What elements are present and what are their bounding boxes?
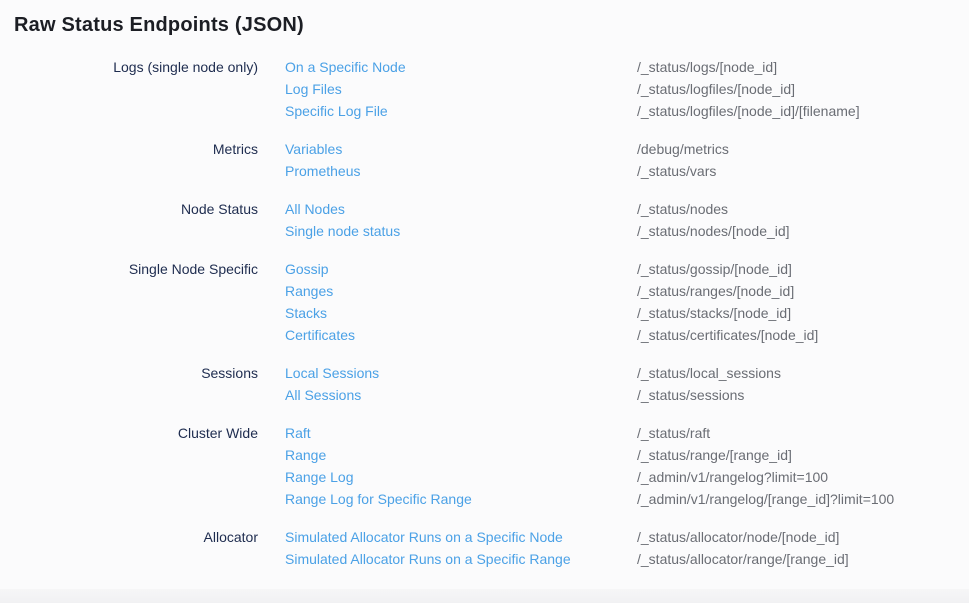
category-label: Single Node Specific xyxy=(0,258,258,280)
endpoint-path: /_status/vars xyxy=(637,160,969,182)
endpoint-path: /_status/logfiles/[node_id] xyxy=(637,78,969,100)
endpoint-paths-column: /_status/logs/[node_id]/_status/logfiles… xyxy=(637,56,969,122)
endpoint-path: /_admin/v1/rangelog?limit=100 xyxy=(637,466,969,488)
endpoint-links-column: RaftRangeRange LogRange Log for Specific… xyxy=(258,422,637,510)
endpoint-path: /_status/raft xyxy=(637,422,969,444)
endpoint-path: /debug/metrics xyxy=(637,138,969,160)
endpoint-links-column: Local SessionsAll Sessions xyxy=(258,362,637,406)
endpoint-paths-column: /debug/metrics/_status/vars xyxy=(637,138,969,182)
endpoint-links-column: GossipRangesStacksCertificates xyxy=(258,258,637,346)
endpoint-link[interactable]: Range xyxy=(285,444,326,466)
endpoint-path: /_status/logfiles/[node_id]/[filename] xyxy=(637,100,969,122)
endpoint-links-column: All NodesSingle node status xyxy=(258,198,637,242)
endpoint-link[interactable]: On a Specific Node xyxy=(285,56,406,78)
endpoint-paths-column: /_status/gossip/[node_id]/_status/ranges… xyxy=(637,258,969,346)
endpoints-list: Logs (single node only)On a Specific Nod… xyxy=(0,56,969,570)
endpoint-path: /_status/certificates/[node_id] xyxy=(637,324,969,346)
endpoint-link[interactable]: Range Log xyxy=(285,466,354,488)
endpoint-link[interactable]: Raft xyxy=(285,422,311,444)
endpoint-path: /_status/nodes/[node_id] xyxy=(637,220,969,242)
endpoint-link[interactable]: Simulated Allocator Runs on a Specific N… xyxy=(285,526,563,548)
endpoint-link[interactable]: Range Log for Specific Range xyxy=(285,488,472,510)
endpoint-link[interactable]: All Nodes xyxy=(285,198,345,220)
endpoint-path: /_status/allocator/range/[range_id] xyxy=(637,548,969,570)
endpoint-path: /_admin/v1/rangelog/[range_id]?limit=100 xyxy=(637,488,969,510)
endpoint-group: Logs (single node only)On a Specific Nod… xyxy=(0,56,969,122)
endpoint-group: Allocator Simulated Allocator Runs on a S… xyxy=(0,526,969,570)
endpoint-path: /_status/sessions xyxy=(637,384,969,406)
debug-endpoints-page: Raw Status Endpoints (JSON) Logs (single… xyxy=(0,0,969,603)
endpoint-paths-column: /_status/local_sessions/_status/sessions xyxy=(637,362,969,406)
endpoint-links-column: Simulated Allocator Runs on a Specific N… xyxy=(258,526,637,570)
endpoint-paths-column: /_status/raft/_status/range/[range_id]/_… xyxy=(637,422,969,510)
category-label: Allocator xyxy=(0,526,258,548)
category-label: Node Status xyxy=(0,198,258,220)
endpoint-group: SessionsLocal SessionsAll Sessions/_stat… xyxy=(0,362,969,406)
endpoint-group: Cluster WideRaftRangeRange LogRange Log … xyxy=(0,422,969,510)
endpoint-group: MetricsVariablesPrometheus/debug/metrics… xyxy=(0,138,969,182)
endpoint-path: /_status/range/[range_id] xyxy=(637,444,969,466)
endpoint-link[interactable]: Local Sessions xyxy=(285,362,379,384)
endpoint-links-column: On a Specific NodeLog FilesSpecific Log … xyxy=(258,56,637,122)
endpoint-link[interactable]: Single node status xyxy=(285,220,400,242)
endpoint-link[interactable]: Gossip xyxy=(285,258,329,280)
endpoint-group: Node StatusAll NodesSingle node status/_… xyxy=(0,198,969,242)
endpoint-path: /_status/logs/[node_id] xyxy=(637,56,969,78)
endpoint-path: /_status/ranges/[node_id] xyxy=(637,280,969,302)
endpoint-link[interactable]: All Sessions xyxy=(285,384,361,406)
endpoint-link[interactable]: Ranges xyxy=(285,280,333,302)
endpoint-path: /_status/allocator/node/[node_id] xyxy=(637,526,969,548)
endpoint-link[interactable]: Stacks xyxy=(285,302,327,324)
endpoint-link[interactable]: Log Files xyxy=(285,78,342,100)
category-label: Metrics xyxy=(0,138,258,160)
endpoint-link[interactable]: Simulated Allocator Runs on a Specific R… xyxy=(285,548,571,570)
endpoint-path: /_status/nodes xyxy=(637,198,969,220)
category-label: Cluster Wide xyxy=(0,422,258,444)
category-label: Logs (single node only) xyxy=(0,56,258,78)
page-title: Raw Status Endpoints (JSON) xyxy=(0,0,969,38)
category-label: Sessions xyxy=(0,362,258,384)
endpoint-link[interactable]: Prometheus xyxy=(285,160,360,182)
endpoint-links-column: VariablesPrometheus xyxy=(258,138,637,182)
endpoint-group: Single Node SpecificGossipRangesStacksCe… xyxy=(0,258,969,346)
endpoint-paths-column: /_status/allocator/node/[node_id]/_statu… xyxy=(637,526,969,570)
endpoint-path: /_status/gossip/[node_id] xyxy=(637,258,969,280)
endpoint-link[interactable]: Specific Log File xyxy=(285,100,388,122)
endpoint-path: /_status/local_sessions xyxy=(637,362,969,384)
footer-strip xyxy=(0,589,969,603)
endpoint-link[interactable]: Certificates xyxy=(285,324,355,346)
endpoint-link[interactable]: Variables xyxy=(285,138,342,160)
endpoint-path: /_status/stacks/[node_id] xyxy=(637,302,969,324)
endpoint-paths-column: /_status/nodes/_status/nodes/[node_id] xyxy=(637,198,969,242)
